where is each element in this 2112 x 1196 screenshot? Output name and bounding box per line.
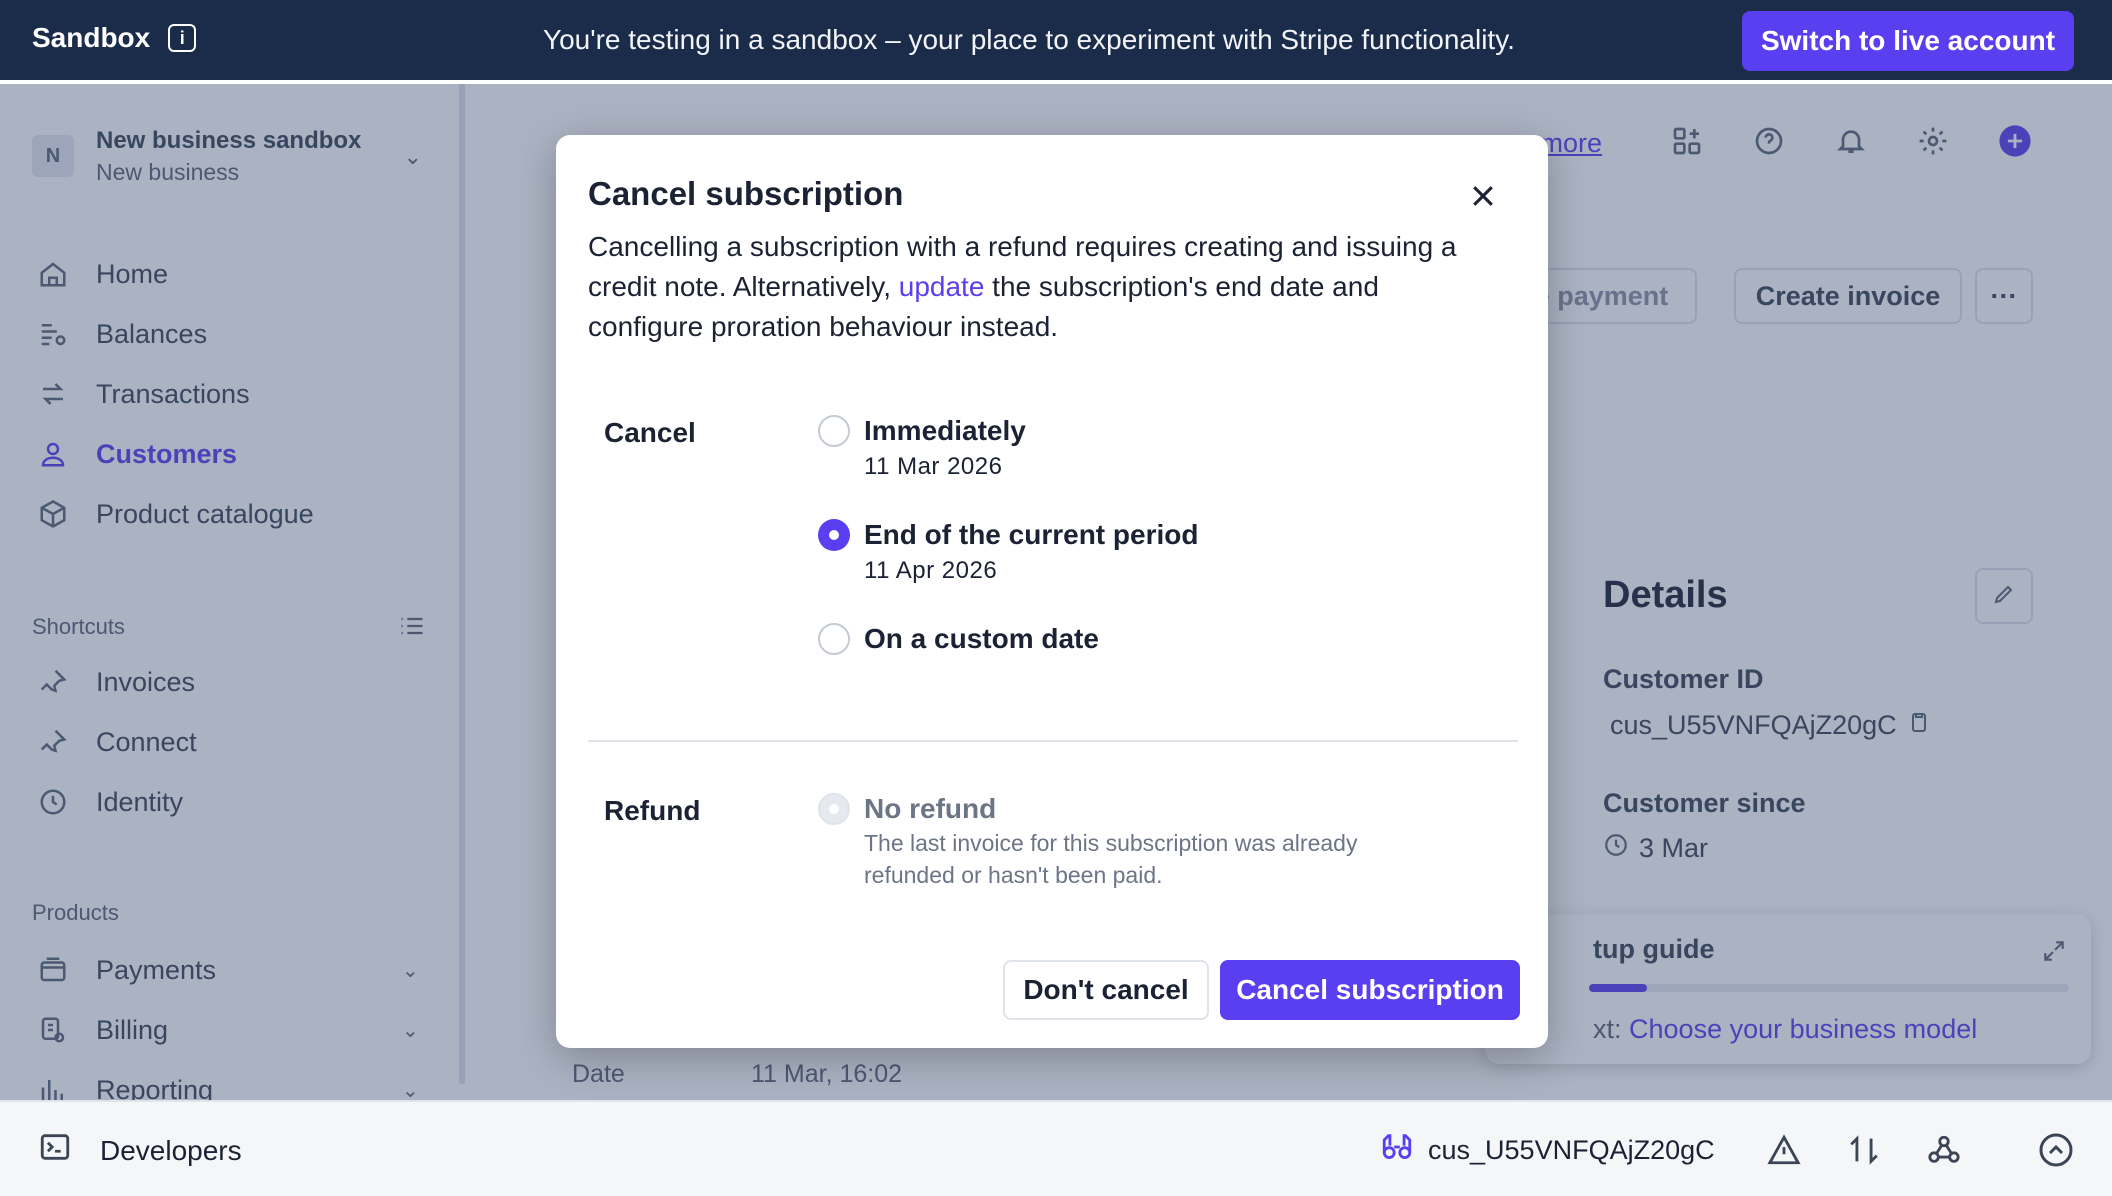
cancel-label: Cancel xyxy=(604,417,696,448)
radio-custom-date[interactable] xyxy=(818,623,850,655)
refund-label: Refund xyxy=(604,795,701,826)
developers-label: Developers xyxy=(100,1134,242,1166)
radio-no-refund xyxy=(818,793,850,825)
dialog-divider xyxy=(588,740,1518,742)
option-note: The last invoice for this subscription w… xyxy=(864,830,1358,888)
option-custom-date[interactable]: On a custom date xyxy=(818,623,1099,655)
sandbox-banner: Sandbox i You're testing in a sandbox – … xyxy=(0,0,2112,80)
collapse-up-icon[interactable] xyxy=(2038,1132,2074,1168)
binoculars-icon xyxy=(1380,1130,1414,1171)
dont-cancel-button[interactable]: Don't cancel xyxy=(1003,960,1209,1020)
option-no-refund: No refund The last invoice for this subs… xyxy=(818,793,1424,891)
inspect-customer-id: cus_U55VNFQAjZ20gC xyxy=(1428,1135,1715,1165)
inspect-customer[interactable]: cus_U55VNFQAjZ20gC xyxy=(1380,1130,1715,1171)
confirm-cancel-subscription-button[interactable]: Cancel subscription xyxy=(1220,960,1520,1020)
option-immediately[interactable]: Immediately 11 Mar 2026 xyxy=(818,415,1026,481)
sandbox-label: Sandbox xyxy=(32,22,151,53)
sort-arrows-icon[interactable] xyxy=(1846,1132,1882,1168)
developers-bar: Developers cus_U55VNFQAjZ20gC xyxy=(0,1100,2112,1196)
option-title: End of the current period xyxy=(864,519,1199,550)
radio-end-of-period[interactable] xyxy=(818,519,850,551)
dialog-description: Cancelling a subscription with a refund … xyxy=(588,227,1468,347)
webhook-icon[interactable] xyxy=(1926,1132,1962,1168)
dialog-title: Cancel subscription xyxy=(588,175,904,212)
info-icon[interactable]: i xyxy=(168,24,197,52)
cancel-subscription-dialog: Cancel subscription Cancelling a subscri… xyxy=(556,135,1548,1048)
update-link[interactable]: update xyxy=(899,271,985,302)
option-date: 11 Apr 2026 xyxy=(864,557,998,584)
close-icon[interactable] xyxy=(1466,179,1500,213)
option-date: 11 Mar 2026 xyxy=(864,453,1003,480)
radio-immediately[interactable] xyxy=(818,415,850,447)
developers-button[interactable]: Developers xyxy=(38,1130,242,1171)
option-title: On a custom date xyxy=(864,623,1099,654)
terminal-icon xyxy=(38,1130,72,1171)
sandbox-message: You're testing in a sandbox – your place… xyxy=(543,24,1515,55)
option-title: No refund xyxy=(864,793,997,824)
option-title: Immediately xyxy=(864,415,1026,446)
switch-to-live-button[interactable]: Switch to live account xyxy=(1742,11,2074,71)
warning-icon[interactable] xyxy=(1766,1132,1802,1168)
option-end-of-period[interactable]: End of the current period 11 Apr 2026 xyxy=(818,519,1198,585)
sandbox-brand: Sandbox i xyxy=(32,22,197,54)
